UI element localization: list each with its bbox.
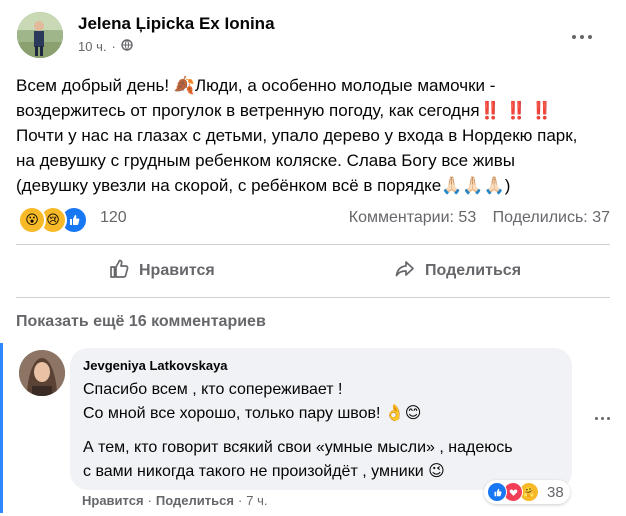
share-button[interactable]: Поделиться	[394, 250, 521, 292]
separator-dot: ·	[111, 39, 116, 54]
reactions-summary: 😮 😢 120 Комментарии: 53 Поделились: 37	[16, 204, 612, 234]
post-options-icon[interactable]	[570, 30, 594, 44]
facebook-post: Jelena Ļipicka Ex Ionina 10 ч. · Всем до…	[0, 0, 626, 516]
post-author-name[interactable]: Jelena Ļipicka Ex Ionina	[78, 14, 275, 34]
post-stats: Комментарии: 53 Поделились: 37	[337, 209, 610, 227]
shares-count[interactable]: Поделились: 37	[493, 209, 610, 226]
reaction-count[interactable]: 120	[100, 209, 127, 227]
comment-text: Спасибо всем , кто сопереживает ! Со мно…	[83, 378, 513, 484]
post-meta: 10 ч. ·	[78, 39, 133, 54]
comment-text-line: А тем, кто говорит всякий свои «умные мы…	[83, 439, 513, 456]
separator-dot: ·	[147, 493, 152, 508]
wow-reaction-icon: 😮	[18, 206, 46, 234]
show-more-comments-link[interactable]: Показать ещё 16 комментариев	[16, 313, 266, 331]
comment-reaction-count: 38	[547, 483, 564, 501]
thumbs-up-icon	[108, 258, 130, 285]
comment-highlight-bar	[0, 343, 3, 513]
like-button-label: Нравится	[139, 262, 215, 279]
comments-count[interactable]: Комментарии: 53	[349, 209, 476, 226]
reaction-icons[interactable]: 😮 😢	[18, 206, 88, 234]
comment-actions: Нравится · Поделиться · 7 ч.	[82, 493, 268, 508]
post-text-line: на девушку с грудным ребенком коляске. С…	[16, 151, 515, 170]
comment-bubble: Jevgeniya Latkovskaya Спасибо всем , кто…	[70, 348, 572, 490]
globe-icon	[121, 39, 133, 54]
post-text: Всем добрый день! 🍂Люди, а особенно моло…	[16, 73, 616, 198]
commenter-avatar[interactable]	[19, 350, 65, 396]
share-button-label: Поделиться	[425, 262, 522, 279]
comment-text-line: Спасибо всем , кто сопереживает !	[83, 381, 343, 398]
comment-reactions[interactable]: 🤗 38	[484, 480, 570, 504]
comment-text-line: Со мной все хорошо, только пару швов! 👌😊	[83, 405, 422, 422]
separator-dot: ·	[237, 493, 243, 508]
post-text-line: Почти у нас на глазах с детьми, упало де…	[16, 126, 578, 145]
comment-author-name[interactable]: Jevgeniya Latkovskaya	[83, 358, 228, 373]
like-button[interactable]: Нравится	[108, 250, 215, 292]
comment-like-button[interactable]: Нравится	[82, 493, 144, 508]
like-reaction-icon	[487, 482, 507, 502]
post-text-line: Всем добрый день! 🍂Люди, а особенно моло…	[16, 76, 496, 95]
comment-text-line: с вами никогда такого не произойдёт , ум…	[83, 463, 445, 480]
post-time[interactable]: 10 ч.	[78, 39, 106, 54]
share-arrow-icon	[394, 258, 416, 285]
comment-time[interactable]: 7 ч.	[246, 493, 267, 508]
post-text-line: воздержитесь от прогулок в ветренную пог…	[16, 101, 553, 120]
divider	[16, 297, 610, 298]
post-text-line: (девушку увезли на скорой, с ребёнком вс…	[16, 176, 511, 195]
divider	[16, 244, 610, 245]
author-avatar[interactable]	[17, 12, 63, 58]
comment-options-icon[interactable]	[592, 412, 612, 426]
comment-reply-button[interactable]: Поделиться	[156, 493, 234, 508]
